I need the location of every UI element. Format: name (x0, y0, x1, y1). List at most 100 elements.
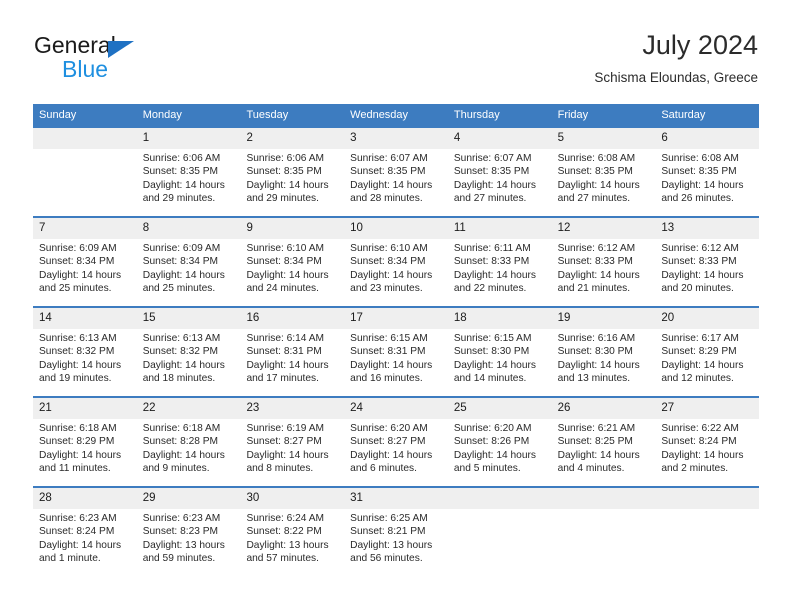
day-cell[interactable]: Sunrise: 6:08 AM Sunset: 8:35 PM Dayligh… (655, 149, 759, 216)
day-number[interactable]: 15 (137, 308, 241, 329)
day-cell[interactable]: Sunrise: 6:13 AM Sunset: 8:32 PM Dayligh… (33, 329, 137, 396)
day-number[interactable]: 26 (552, 398, 656, 419)
day-number[interactable] (552, 488, 656, 509)
day-number[interactable]: 7 (33, 218, 137, 239)
day-cell[interactable] (448, 509, 552, 576)
logo-triangle-icon (108, 41, 134, 58)
day-number[interactable]: 10 (344, 218, 448, 239)
day-cell[interactable]: Sunrise: 6:11 AM Sunset: 8:33 PM Dayligh… (448, 239, 552, 306)
day-number[interactable]: 18 (448, 308, 552, 329)
day-cell[interactable]: Sunrise: 6:10 AM Sunset: 8:34 PM Dayligh… (344, 239, 448, 306)
daylight-text-line2: and 23 minutes. (350, 283, 423, 295)
daylight-text-line1: Daylight: 14 hours (661, 179, 744, 191)
day-cell[interactable]: Sunrise: 6:13 AM Sunset: 8:32 PM Dayligh… (137, 329, 241, 396)
location-subtitle: Schisma Eloundas, Greece (594, 70, 758, 85)
sunset-text: Sunset: 8:30 PM (453, 346, 530, 358)
sunset-text: Sunset: 8:31 PM (350, 346, 426, 358)
sunrise-text: Sunrise: 6:07 AM (350, 153, 428, 164)
day-number[interactable]: 8 (137, 218, 241, 239)
day-cell[interactable]: Sunrise: 6:10 AM Sunset: 8:34 PM Dayligh… (240, 239, 344, 306)
logo-text-blue: Blue (62, 56, 109, 82)
day-number[interactable]: 19 (552, 308, 656, 329)
day-number[interactable]: 24 (344, 398, 448, 419)
day-cell[interactable]: Sunrise: 6:15 AM Sunset: 8:30 PM Dayligh… (448, 329, 552, 396)
day-cell[interactable]: Sunrise: 6:07 AM Sunset: 8:35 PM Dayligh… (448, 149, 552, 216)
day-cell[interactable]: Sunrise: 6:14 AM Sunset: 8:31 PM Dayligh… (240, 329, 344, 396)
day-number[interactable]: 25 (448, 398, 552, 419)
day-number[interactable]: 2 (240, 128, 344, 149)
day-cell[interactable]: Sunrise: 6:21 AM Sunset: 8:25 PM Dayligh… (552, 419, 656, 486)
day-cell[interactable]: Sunrise: 6:23 AM Sunset: 8:24 PM Dayligh… (33, 509, 137, 576)
sunrise-text: Sunrise: 6:09 AM (142, 243, 221, 254)
weekday-header-tuesday: Tuesday (246, 109, 289, 121)
day-number[interactable] (33, 128, 137, 149)
day-number[interactable]: 9 (240, 218, 344, 239)
day-cell[interactable]: Sunrise: 6:17 AM Sunset: 8:29 PM Dayligh… (655, 329, 759, 396)
day-cell[interactable]: Sunrise: 6:22 AM Sunset: 8:24 PM Dayligh… (655, 419, 759, 486)
daylight-text-line2: and 21 minutes. (557, 283, 631, 295)
day-number[interactable] (655, 488, 759, 509)
day-number[interactable]: 12 (552, 218, 656, 239)
day-cell[interactable]: Sunrise: 6:23 AM Sunset: 8:23 PM Dayligh… (137, 509, 241, 576)
daylight-text-line1: Daylight: 14 hours (350, 359, 433, 371)
day-number[interactable]: 22 (137, 398, 241, 419)
day-number[interactable]: 31 (344, 488, 448, 509)
daylight-text-line2: and 13 minutes. (557, 373, 631, 385)
daylight-text-line2: and 29 minutes. (246, 193, 319, 205)
calendar-page: General Blue July 2024 Schisma Eloundas,… (0, 0, 792, 612)
sunrise-text: Sunrise: 6:19 AM (246, 423, 325, 434)
day-cell[interactable]: Sunrise: 6:16 AM Sunset: 8:30 PM Dayligh… (552, 329, 656, 396)
day-cell[interactable]: Sunrise: 6:12 AM Sunset: 8:33 PM Dayligh… (552, 239, 656, 306)
day-cell[interactable] (33, 149, 137, 216)
day-cell[interactable]: Sunrise: 6:12 AM Sunset: 8:33 PM Dayligh… (655, 239, 759, 306)
daylight-text-line1: Daylight: 14 hours (246, 179, 329, 191)
daylight-text-line1: Daylight: 14 hours (246, 359, 329, 371)
day-number[interactable]: 16 (240, 308, 344, 329)
day-number[interactable]: 14 (33, 308, 137, 329)
day-cell[interactable]: Sunrise: 6:20 AM Sunset: 8:27 PM Dayligh… (344, 419, 448, 486)
day-cell[interactable]: Sunrise: 6:06 AM Sunset: 8:35 PM Dayligh… (137, 149, 241, 216)
daylight-text-line2: and 1 minute. (39, 553, 101, 565)
day-cell[interactable]: Sunrise: 6:25 AM Sunset: 8:21 PM Dayligh… (344, 509, 448, 576)
day-number[interactable]: 28 (33, 488, 137, 509)
day-cell[interactable]: Sunrise: 6:07 AM Sunset: 8:35 PM Dayligh… (344, 149, 448, 216)
day-cell[interactable]: Sunrise: 6:09 AM Sunset: 8:34 PM Dayligh… (33, 239, 137, 306)
day-cell[interactable]: Sunrise: 6:24 AM Sunset: 8:22 PM Dayligh… (240, 509, 344, 576)
day-cell[interactable]: Sunrise: 6:19 AM Sunset: 8:27 PM Dayligh… (240, 419, 344, 486)
sunset-text: Sunset: 8:35 PM (246, 166, 322, 178)
sunrise-text: Sunrise: 6:21 AM (557, 423, 636, 434)
day-number[interactable]: 21 (33, 398, 137, 419)
daylight-text-line2: and 16 minutes. (350, 373, 423, 385)
sunrise-text: Sunrise: 6:11 AM (453, 243, 531, 254)
day-number[interactable]: 17 (344, 308, 448, 329)
day-number[interactable]: 29 (137, 488, 241, 509)
day-number[interactable]: 11 (448, 218, 552, 239)
day-number[interactable]: 13 (655, 218, 759, 239)
day-number[interactable]: 5 (552, 128, 656, 149)
day-cell[interactable] (552, 509, 656, 576)
day-cell[interactable]: Sunrise: 6:18 AM Sunset: 8:29 PM Dayligh… (33, 419, 137, 486)
day-number[interactable]: 6 (655, 128, 759, 149)
weekday-header-monday: Monday (142, 109, 182, 121)
day-cell[interactable]: Sunrise: 6:15 AM Sunset: 8:31 PM Dayligh… (344, 329, 448, 396)
day-cell[interactable]: Sunrise: 6:09 AM Sunset: 8:34 PM Dayligh… (137, 239, 241, 306)
sunset-text: Sunset: 8:23 PM (142, 526, 219, 538)
day-cell[interactable]: Sunrise: 6:06 AM Sunset: 8:35 PM Dayligh… (240, 149, 344, 216)
day-cell[interactable]: Sunrise: 6:18 AM Sunset: 8:28 PM Dayligh… (137, 419, 241, 486)
day-number[interactable] (448, 488, 552, 509)
day-number[interactable]: 4 (448, 128, 552, 149)
day-number[interactable]: 1 (137, 128, 241, 149)
day-number[interactable]: 27 (655, 398, 759, 419)
page-header: General Blue July 2024 Schisma Eloundas,… (0, 0, 792, 104)
sunset-text: Sunset: 8:33 PM (453, 256, 530, 268)
day-cell[interactable]: Sunrise: 6:20 AM Sunset: 8:26 PM Dayligh… (448, 419, 552, 486)
day-number[interactable]: 30 (240, 488, 344, 509)
day-number[interactable]: 3 (344, 128, 448, 149)
daylight-text-line1: Daylight: 13 hours (246, 539, 329, 551)
daylight-text-line1: Daylight: 14 hours (142, 359, 225, 371)
day-number[interactable]: 20 (655, 308, 759, 329)
day-cell[interactable]: Sunrise: 6:08 AM Sunset: 8:35 PM Dayligh… (552, 149, 656, 216)
day-cell[interactable] (655, 509, 759, 576)
sunset-text: Sunset: 8:32 PM (39, 346, 115, 358)
day-number[interactable]: 23 (240, 398, 344, 419)
